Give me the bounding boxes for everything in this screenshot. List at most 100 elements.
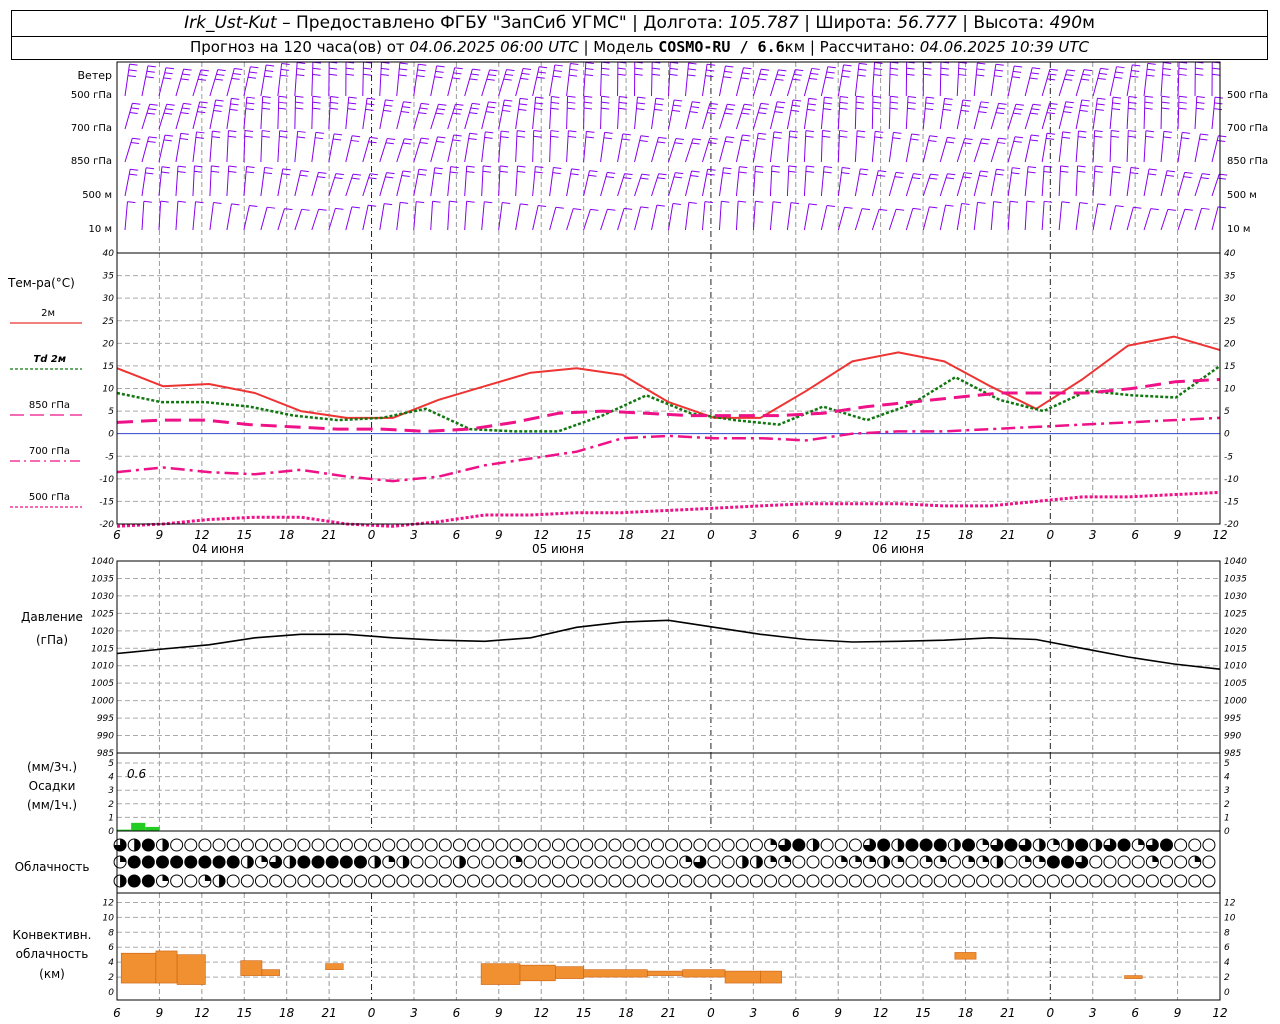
barb-4-49 <box>956 203 963 231</box>
pres-tick-left-6: 1010 <box>91 662 114 672</box>
barb-flag-2-62-1 <box>1181 137 1190 140</box>
cloud-2-8 <box>226 874 240 888</box>
cloud-half-0-55 <box>897 839 904 851</box>
barb-flag-4-53-0 <box>1026 200 1035 203</box>
barb-flag-0-56-2 <box>1081 78 1090 81</box>
barb-flag-0-56-1 <box>1082 73 1091 76</box>
barb-flag-2-20-1 <box>468 137 477 140</box>
barb-flag-1-46-2 <box>907 107 916 110</box>
barb-flag-1-57-0 <box>1097 97 1106 100</box>
barb-flag-1-28-1 <box>601 101 610 104</box>
barb-0-40 <box>803 68 813 97</box>
barb-flag-2-54-0 <box>1046 132 1056 135</box>
barb-flag-1-25-0 <box>551 96 560 99</box>
barb-flag-2-5-0 <box>212 130 221 133</box>
barb-flag-2-58-0 <box>1111 130 1120 133</box>
barb-2-35 <box>718 136 727 163</box>
barb-flag-3-61-1 <box>1165 174 1174 177</box>
barb-0-42 <box>837 64 845 97</box>
hour-label-mid-10: 12 <box>534 528 549 542</box>
barb-flag-0-57-2 <box>1097 77 1106 80</box>
barb-2-63 <box>1194 133 1201 163</box>
barb-flag-2-51-0 <box>998 137 1007 140</box>
barb-flag-0-34-1 <box>706 69 715 72</box>
barb-flag-3-51-1 <box>995 173 1004 176</box>
barb-3-25 <box>549 167 554 197</box>
barb-flag-0-29-2 <box>617 73 626 76</box>
barb-flag-1-1-0 <box>149 103 158 106</box>
barb-flag-1-36-0 <box>744 103 753 106</box>
barb-flag-0-8-0 <box>266 64 275 67</box>
pres-tick-right-5: 1015 <box>1224 644 1247 654</box>
barb-flag-2-22-0 <box>500 130 510 133</box>
barb-3-32 <box>668 172 676 197</box>
barb-2-61 <box>1160 131 1165 163</box>
hour-label-bottom-5: 21 <box>321 1006 336 1020</box>
barb-flag-1-35-1 <box>725 108 734 111</box>
barb-flag-1-52-0 <box>1015 103 1024 106</box>
barb-4-59 <box>1126 207 1134 231</box>
barb-flag-2-23-1 <box>516 135 525 138</box>
barb-flag-0-35-0 <box>725 65 734 68</box>
legend-2m-label: 2м <box>41 308 55 319</box>
cloud-quarter-1-57 <box>926 856 933 862</box>
barb-flag-2-24-1 <box>533 135 542 138</box>
prec-tick-right-4: 1 <box>1224 813 1230 823</box>
barb-0-18 <box>430 65 438 97</box>
barb-flag-3-58-1 <box>1112 171 1121 174</box>
barb-3-15 <box>379 172 387 197</box>
barb-0-6 <box>226 68 235 97</box>
barb-flag-0-12-2 <box>328 73 338 76</box>
barb-flag-0-32-2 <box>669 73 678 76</box>
conv-tick-right-6: 0 <box>1224 988 1230 998</box>
barb-flag-1-56-2 <box>1079 109 1088 112</box>
barb-flag-1-28-0 <box>601 95 610 98</box>
barb-flag-1-21-0 <box>488 101 497 104</box>
barb-flag-1-47-2 <box>925 108 934 111</box>
barb-flag-0-24-1 <box>537 71 546 74</box>
barb-flag-1-43-1 <box>856 101 865 104</box>
barb-flag-1-45-0 <box>890 95 899 98</box>
barb-flag-3-19-1 <box>450 171 459 174</box>
barb-flag-0-42-1 <box>842 70 851 73</box>
barb-flag-0-61-0 <box>1163 62 1172 64</box>
barb-4-30 <box>634 206 642 231</box>
barb-3-40 <box>803 166 807 197</box>
barb-4-3 <box>175 201 179 231</box>
barb-flag-4-60-0 <box>1150 208 1159 211</box>
temp-tick-left-8: 0 <box>108 430 114 440</box>
barb-flag-4-41-0 <box>826 205 835 208</box>
barb-0-5 <box>209 69 219 97</box>
barb-4-4 <box>192 201 197 231</box>
barb-flag-4-7-0 <box>249 204 258 207</box>
barb-flag-2-46-0 <box>911 133 920 136</box>
barb-flag-4-16-0 <box>400 201 409 204</box>
barb-flag-1-41-0 <box>824 96 833 99</box>
meteogram: Ветер 500 гПа 700 гПа 850 гПа 500 м 10 м… <box>7 61 1268 1020</box>
barb-4-44 <box>871 209 880 231</box>
barb-4-10 <box>294 209 303 231</box>
barb-flag-4-10-0 <box>301 208 310 211</box>
barb-1-31 <box>651 98 657 130</box>
prec-tick-right-2: 3 <box>1224 786 1230 796</box>
barb-1-45 <box>888 96 891 130</box>
barb-flag-0-26-1 <box>569 68 578 71</box>
barb-flag-1-27-1 <box>584 101 593 104</box>
barb-flag-4-30-0 <box>640 206 649 209</box>
barb-2-50 <box>973 138 983 163</box>
barb-flag-1-56-0 <box>1081 99 1090 102</box>
cloud-2-74 <box>1160 874 1174 888</box>
barb-4-29 <box>617 208 625 231</box>
prec-tick-right-0: 5 <box>1224 759 1230 769</box>
cloud-0-68 <box>1075 838 1089 852</box>
cloud-1-7 <box>212 855 226 869</box>
barb-0-24 <box>532 66 540 97</box>
barb-flag-1-24-2 <box>534 108 543 111</box>
hour-label-mid-3: 15 <box>237 528 252 542</box>
barb-flag-1-6-0 <box>231 97 240 100</box>
barb-flag-1-34-2 <box>707 112 716 115</box>
barb-flag-0-13-1 <box>345 67 355 70</box>
cloud-1-13 <box>297 855 311 869</box>
barb-flag-0-31-2 <box>651 73 661 76</box>
barb-2-18 <box>430 136 438 163</box>
